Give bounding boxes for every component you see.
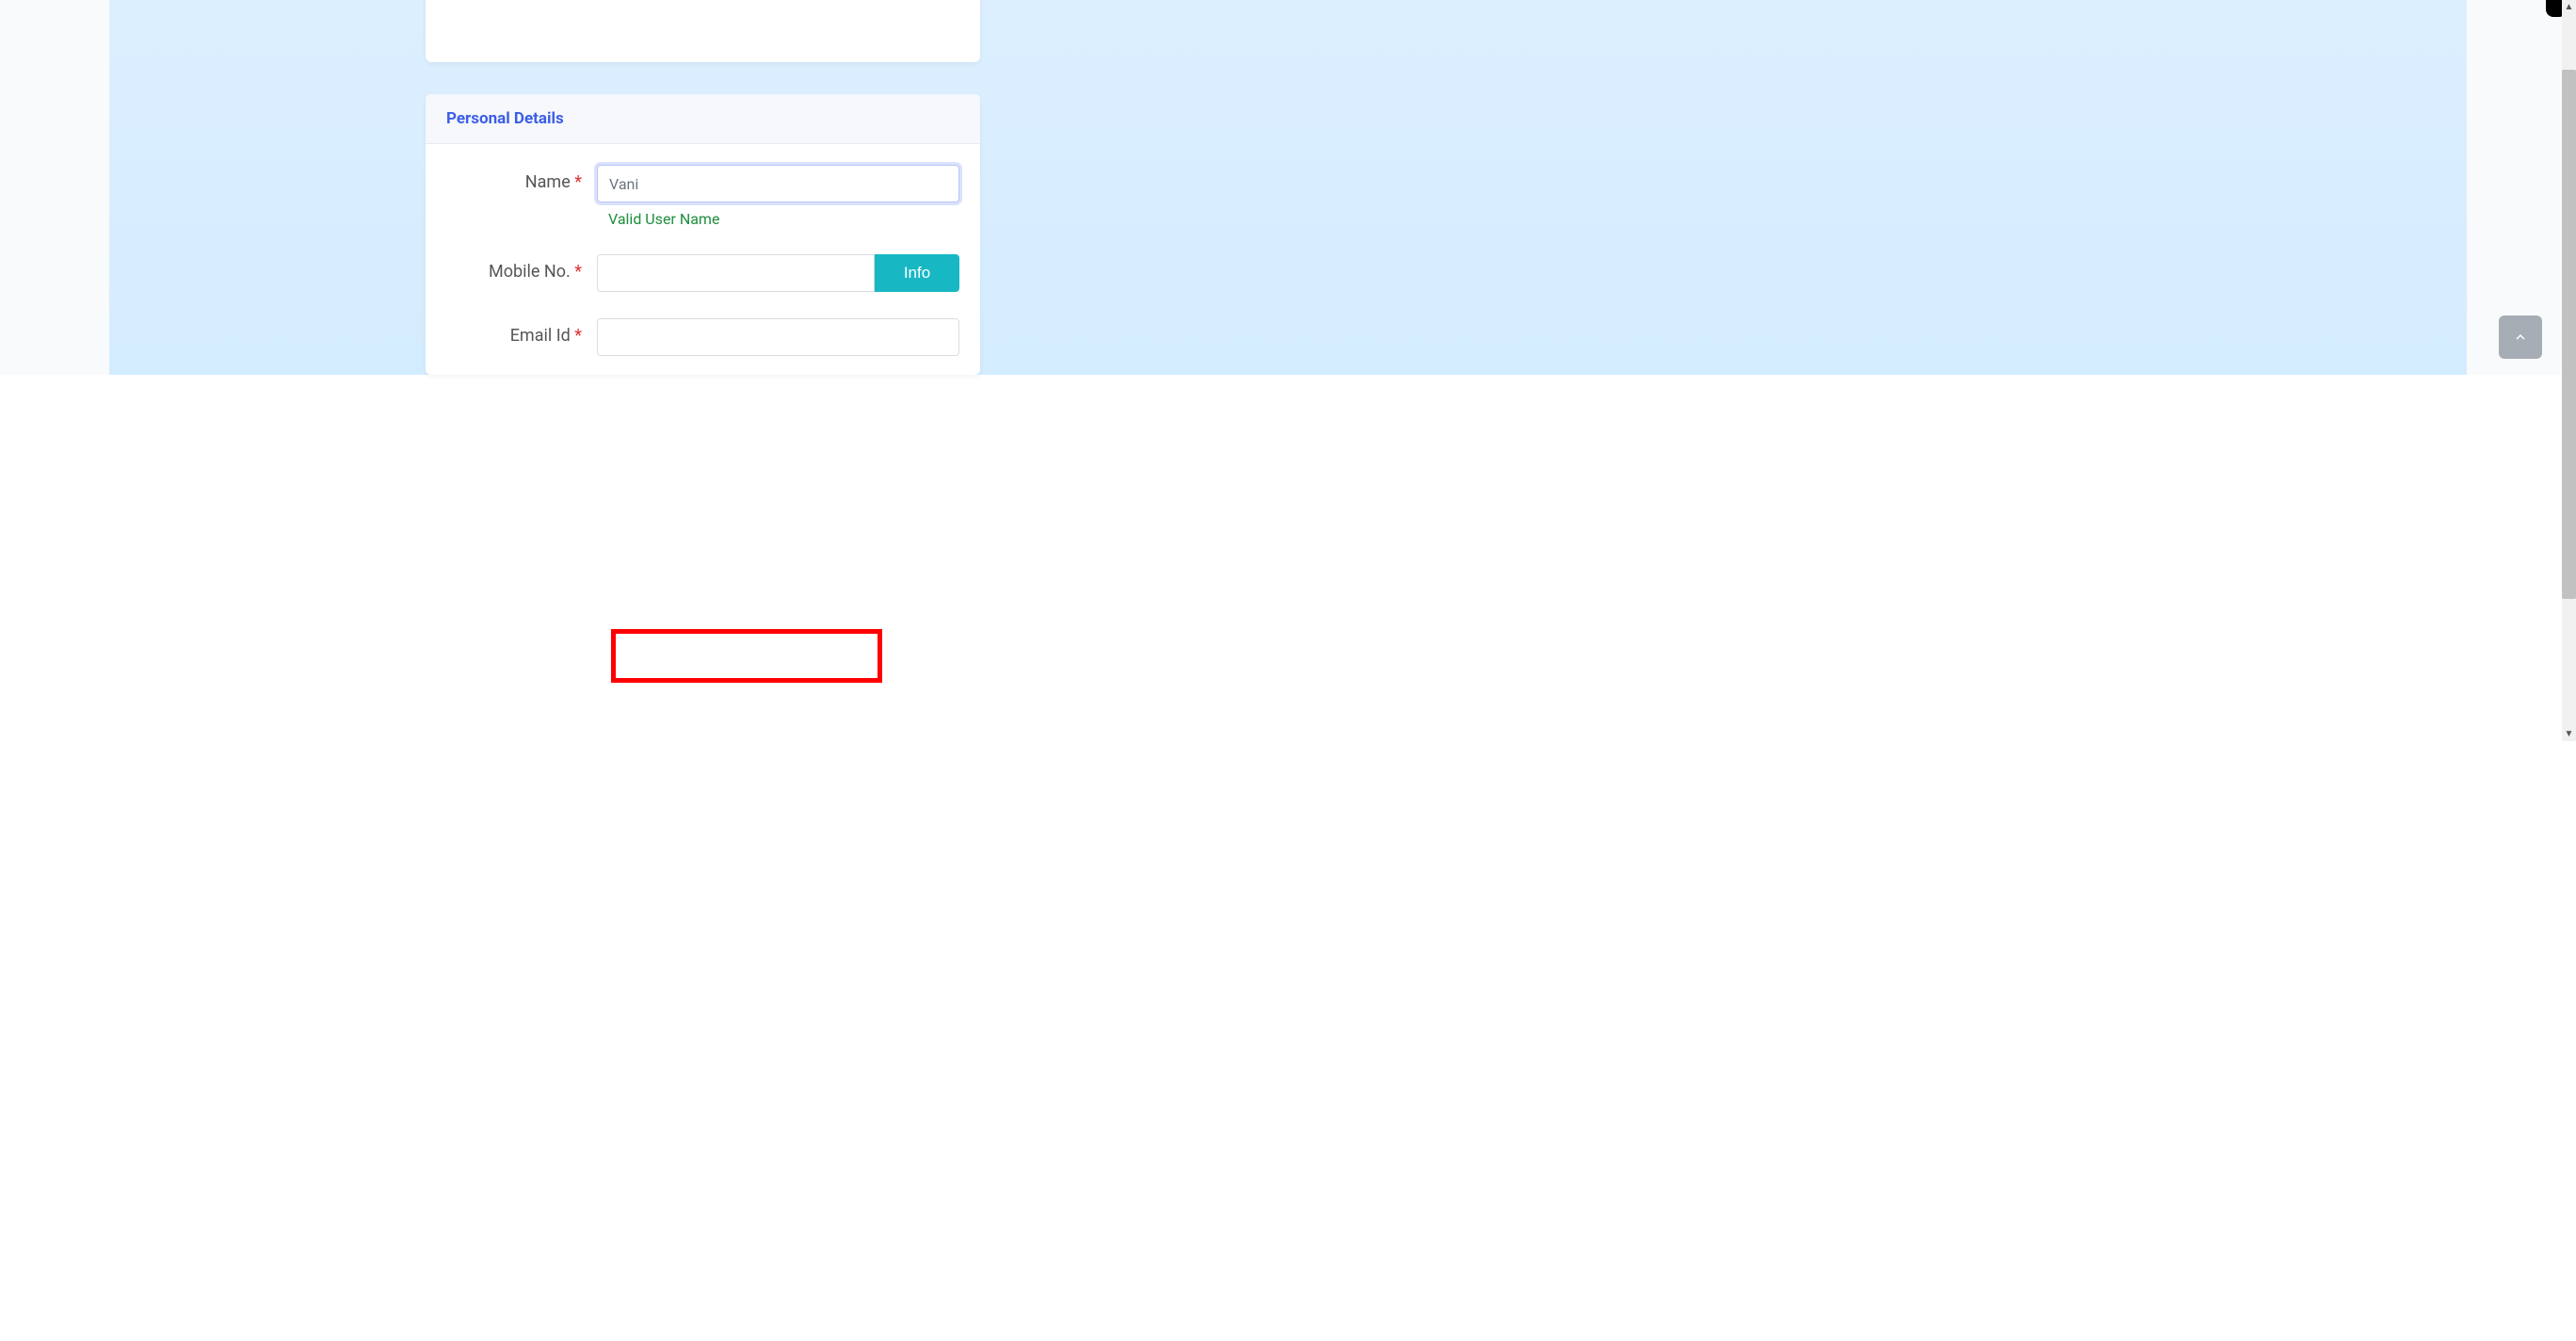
page-inner: Personal Details Name * Valid User Name …: [109, 0, 2467, 375]
mobile-row: Mobile No. * Info: [446, 254, 959, 292]
personal-details-header: Personal Details: [426, 94, 980, 144]
page-outer: Personal Details Name * Valid User Name …: [0, 0, 2576, 375]
name-row: Name * Valid User Name: [446, 165, 959, 228]
highlight-annotation-box: [611, 629, 882, 683]
personal-details-title: Personal Details: [446, 109, 564, 128]
name-input[interactable]: [597, 165, 959, 202]
vertical-scrollbar-thumb[interactable]: [2562, 70, 2576, 599]
mobile-info-button[interactable]: Info: [875, 254, 959, 292]
personal-details-card: Personal Details Name * Valid User Name …: [426, 94, 980, 375]
previous-section-card: [426, 0, 980, 62]
required-marker: *: [574, 326, 582, 346]
scroll-to-top-button[interactable]: [2499, 315, 2542, 359]
mobile-label: Mobile No. *: [446, 254, 597, 282]
mobile-input[interactable]: [597, 254, 875, 292]
chevron-up-icon: [2512, 329, 2529, 346]
email-label: Email Id *: [446, 318, 597, 346]
required-marker: *: [574, 172, 582, 192]
scrollbar-down-arrow-icon[interactable]: ▼: [2562, 727, 2576, 741]
mobile-input-group: Info: [597, 254, 959, 292]
name-label: Name *: [446, 165, 597, 192]
personal-details-body: Name * Valid User Name Mobile No. *: [426, 144, 980, 375]
scrollbar-up-arrow-icon[interactable]: ▲: [2562, 0, 2576, 14]
name-valid-message: Valid User Name: [608, 210, 959, 228]
email-row: Email Id *: [446, 318, 959, 356]
email-input[interactable]: [597, 318, 959, 356]
required-marker: *: [574, 262, 582, 282]
